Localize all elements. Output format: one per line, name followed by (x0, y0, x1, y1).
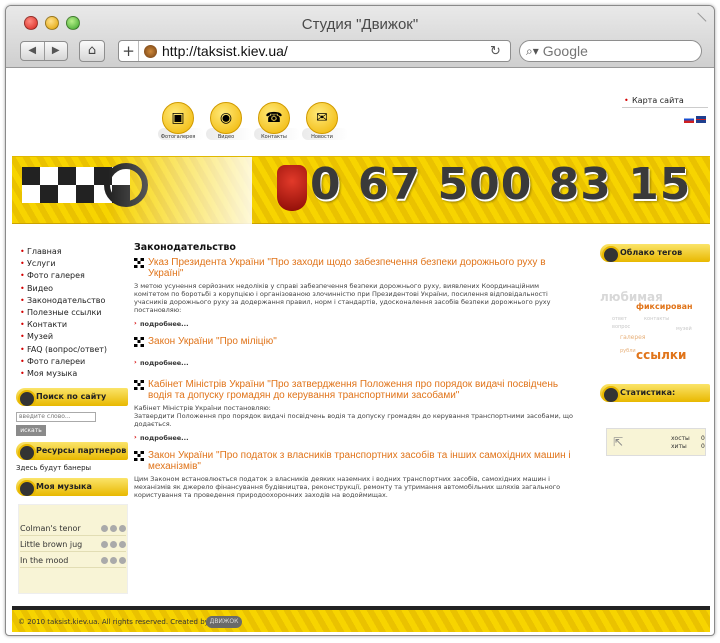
nav-item[interactable]: Полезные ссылки (20, 307, 130, 319)
read-more-link[interactable]: подробнее... (134, 319, 574, 328)
topic-label[interactable]: Новости (292, 134, 352, 140)
statistics-counter: ⇱ хосты 0 хиты 0 (606, 428, 706, 456)
tag-cloud: любимая фиксирован ссылки галерея рубли … (600, 286, 710, 366)
play-icon[interactable] (101, 557, 108, 564)
nav-item[interactable]: Видео (20, 283, 130, 295)
music-track: In the mood (20, 554, 126, 568)
article-title-link[interactable]: Закон України "Про податок з власників т… (134, 450, 574, 472)
home-icon[interactable]: ⌂ (79, 40, 105, 62)
browser-toolbar: Студия "Движок" x ◀ ▶ ⌂ + http://taksist… (6, 6, 714, 68)
tag-link[interactable]: музей (676, 326, 692, 332)
back-arrow-icon[interactable]: ◀ (21, 42, 45, 60)
video-camera-icon[interactable]: ◉ (210, 102, 242, 134)
browser-search[interactable]: ⌕▾ (519, 40, 702, 62)
hits-value: 0 (701, 443, 705, 450)
stop-icon[interactable] (119, 541, 126, 548)
article-title-link[interactable]: Закон України "Про міліцію" (134, 336, 574, 347)
copyright-text: © 2010 taksist.kiev.ua. All rights reser… (18, 618, 209, 626)
browser-search-input[interactable] (542, 43, 683, 59)
article: Кабінет Міністрів України "Про затвердже… (134, 379, 574, 442)
tag-link[interactable]: ответ (612, 316, 627, 322)
add-bookmark-icon[interactable]: + (119, 41, 139, 61)
pause-icon[interactable] (110, 557, 117, 564)
hosts-value: 0 (701, 435, 705, 442)
main-content: Законодательство Указ Президента України… (134, 242, 574, 505)
history-buttons: ◀ ▶ (20, 41, 68, 61)
tag-link[interactable]: контакты (644, 316, 669, 322)
page-title: Законодательство (134, 242, 236, 253)
music-track: Colman's tenor (20, 522, 126, 536)
read-more-link[interactable]: подробнее... (134, 358, 574, 367)
article-title-link[interactable]: Кабінет Міністрів України "Про затвердже… (134, 379, 574, 401)
pause-icon[interactable] (110, 541, 117, 548)
stop-icon[interactable] (119, 525, 126, 532)
hosts-label: хосты (671, 435, 690, 442)
hits-label: хиты (671, 443, 687, 450)
tag-link[interactable]: фиксирован (636, 302, 693, 311)
flag-en-icon[interactable] (696, 116, 706, 123)
statistics-header: Статистика: (600, 384, 710, 402)
header-banner: 0 67 500 83 15 (12, 156, 710, 225)
city-skyline (12, 157, 252, 225)
nav-item[interactable]: Главная (20, 246, 130, 258)
mail-news-icon[interactable]: ✉ (306, 102, 338, 134)
music-track: Little brown jug (20, 538, 126, 552)
article-body: Кабінет Міністрів України постановляю: З… (134, 404, 573, 428)
article: Указ Президента України "Про заходи щодо… (134, 257, 574, 328)
address-bar[interactable]: + http://taksist.kiev.ua/ ↻ (118, 40, 511, 62)
read-more-link[interactable]: подробнее... (134, 433, 574, 442)
article: Закон України "Про міліцію" подробнее... (134, 336, 574, 367)
nav-item[interactable]: Фото галерея (20, 270, 130, 282)
play-icon[interactable] (101, 541, 108, 548)
web-page: ▣ ◉ ☎ ✉ Фотогалерея Видео Контакты Новос… (10, 68, 710, 635)
article-body: Цим Законом встановлюється податок з вла… (134, 475, 561, 499)
studio-logo[interactable]: ДВИЖОК (206, 616, 242, 628)
partners-section-header: Ресурсы партнеров (16, 442, 128, 460)
tag-link[interactable]: рубли (620, 348, 636, 354)
nav-item[interactable]: Музей (20, 331, 130, 343)
language-flags (684, 116, 706, 123)
site-search-button[interactable]: искать (16, 425, 46, 436)
url-text[interactable]: http://taksist.kiev.ua/ (162, 43, 490, 59)
phone-number: 0 67 500 83 15 (310, 159, 692, 210)
telephone-icon (277, 165, 307, 211)
site-search-input[interactable]: введите слово... (16, 412, 96, 422)
nav-item[interactable]: FAQ (вопрос/ответ) (20, 344, 130, 356)
track-title: Little brown jug (20, 540, 83, 549)
partners-note: Здесь будут банеры (16, 464, 92, 472)
page-footer: © 2010 taksist.kiev.ua. All rights reser… (12, 606, 710, 632)
pause-icon[interactable] (110, 525, 117, 532)
browser-window: Студия "Движок" x ◀ ▶ ⌂ + http://taksist… (5, 5, 715, 636)
stop-icon[interactable] (119, 557, 126, 564)
reload-icon[interactable]: ↻ (490, 44, 510, 59)
track-title: Colman's tenor (20, 524, 81, 533)
site-favicon-icon (144, 44, 157, 58)
tag-link[interactable]: галерея (620, 334, 645, 341)
phone-contacts-icon[interactable]: ☎ (258, 102, 290, 134)
nav-item[interactable]: Законодательство (20, 295, 130, 307)
corner-arrow-icon: ⇱ (613, 435, 624, 449)
search-section-header: Поиск по сайту (16, 388, 128, 406)
music-section-header: Моя музыка (16, 478, 128, 496)
tag-link[interactable]: ссылки (636, 348, 686, 362)
search-icon: ⌕▾ (526, 43, 539, 58)
sitemap-link[interactable]: Карта сайта (622, 94, 708, 108)
track-title: In the mood (20, 556, 69, 565)
nav-item[interactable]: Фото галереи (20, 356, 130, 368)
window-title: Студия "Движок" (301, 16, 419, 33)
nav-item[interactable]: Моя музыка (20, 368, 130, 380)
photo-gallery-icon[interactable]: ▣ (162, 102, 194, 134)
nav-item[interactable]: Контакти (20, 319, 130, 331)
article-body: З метою усунення серйозних недоліків у с… (134, 282, 551, 314)
main-navigation: Главная Услуги Фото галерея Видео Законо… (20, 246, 130, 380)
tag-link[interactable]: вопрос (612, 324, 630, 330)
flag-ru-icon[interactable] (684, 116, 694, 123)
article: Закон України "Про податок з власників т… (134, 450, 574, 499)
article-title-link[interactable]: Указ Президента України "Про заходи щодо… (134, 257, 574, 279)
nav-item[interactable]: Услуги (20, 258, 130, 270)
play-icon[interactable] (101, 525, 108, 532)
forward-arrow-icon[interactable]: ▶ (45, 42, 68, 60)
tag-cloud-header: Облако тегов (600, 244, 710, 262)
